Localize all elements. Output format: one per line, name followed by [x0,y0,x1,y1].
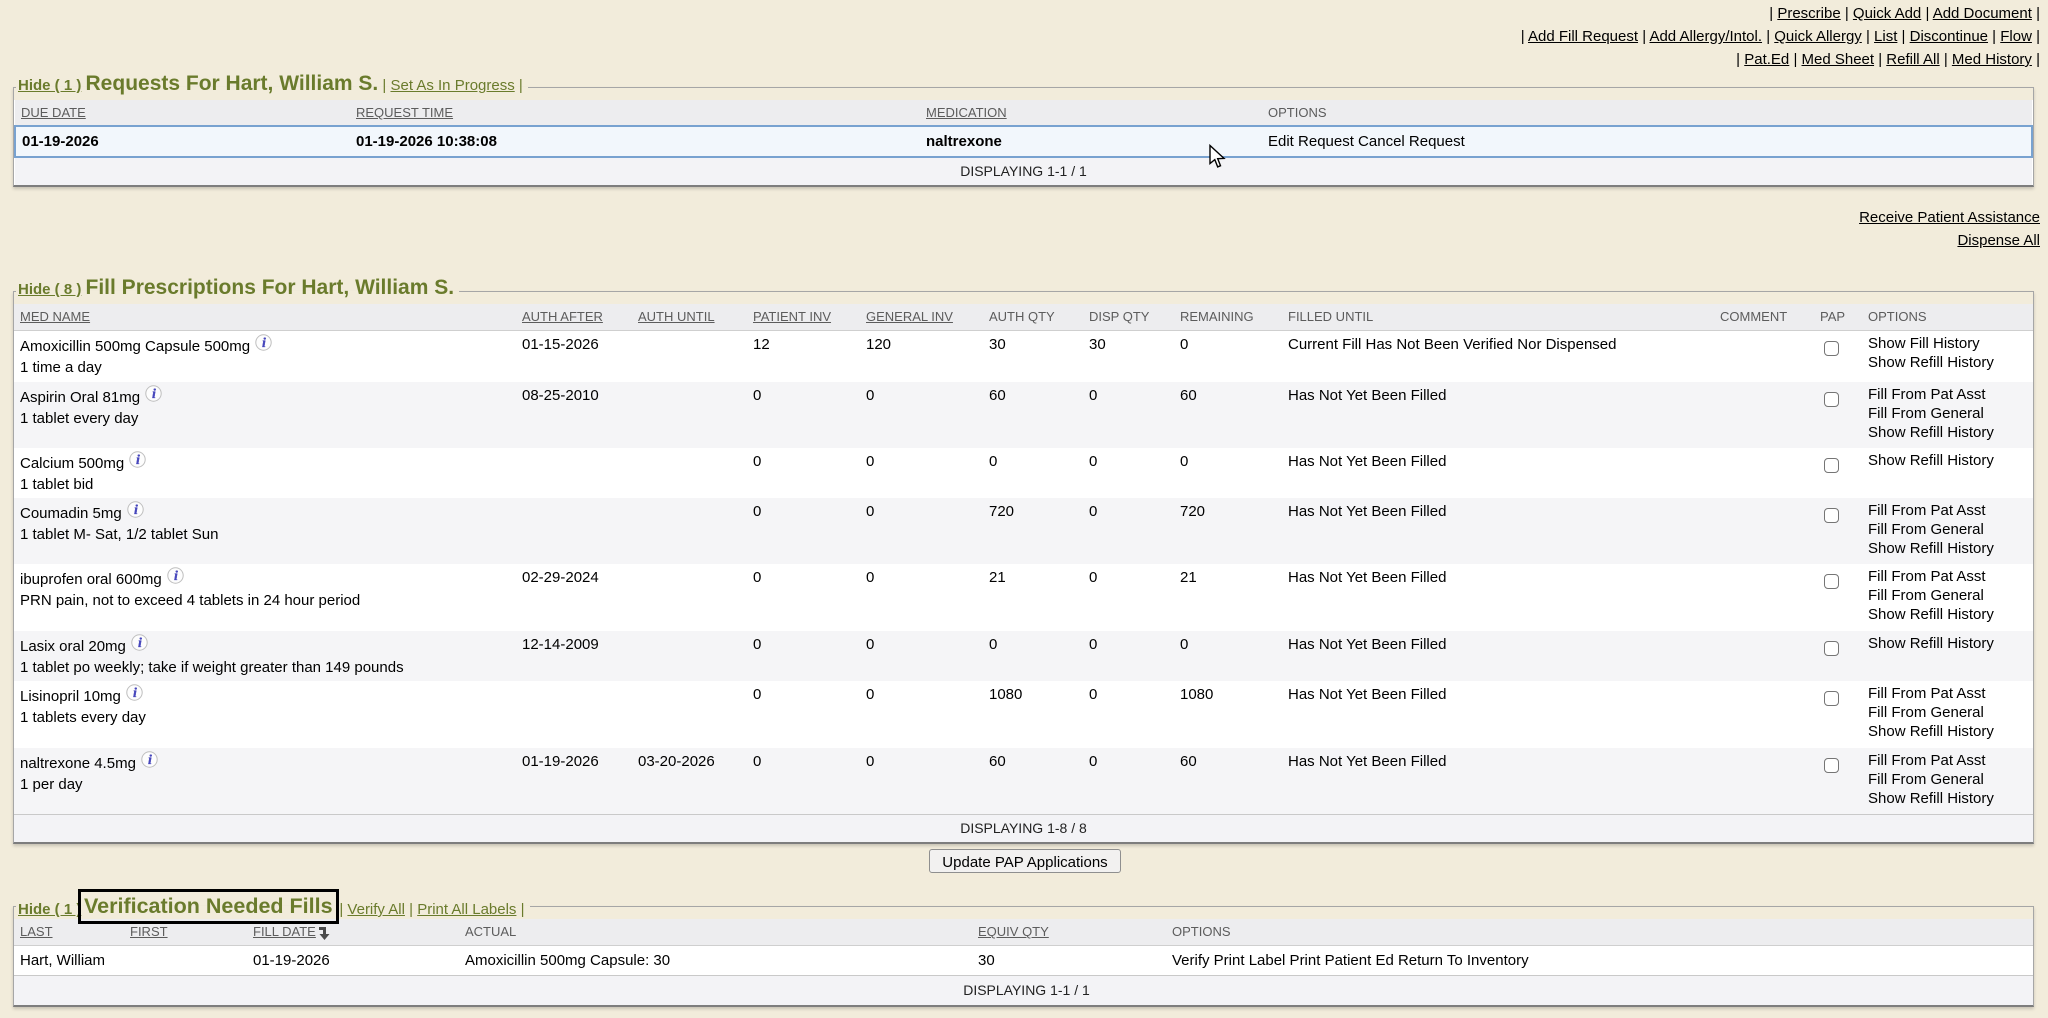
svg-text:i: i [262,336,266,351]
svg-text:i: i [152,387,156,402]
svg-text:i: i [174,569,178,584]
svg-text:i: i [138,636,142,651]
svg-text:i: i [148,753,152,768]
svg-text:i: i [134,503,138,518]
svg-text:i: i [133,686,137,701]
svg-text:i: i [136,453,140,468]
